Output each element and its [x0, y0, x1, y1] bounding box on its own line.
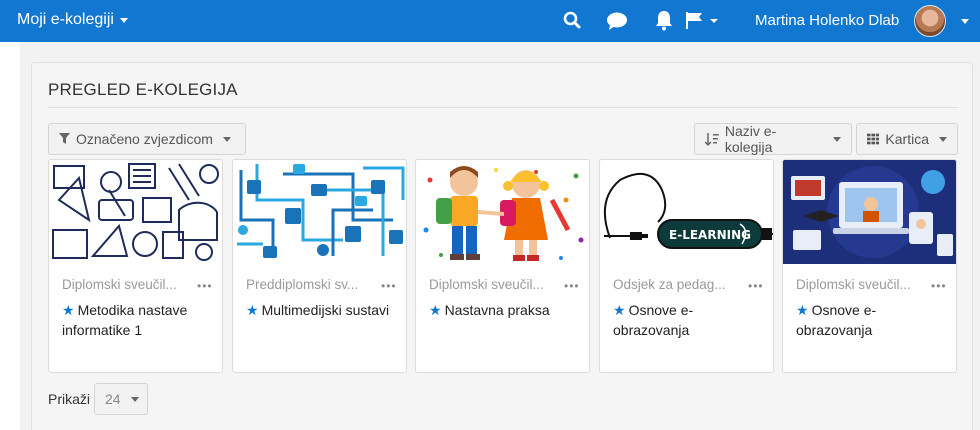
- chevron-down-icon: [833, 136, 841, 142]
- chevron-down-icon: [939, 136, 947, 142]
- course-title[interactable]: ★ Nastavna praksa: [429, 300, 579, 320]
- filter-label: Označeno zvjezdicom: [76, 131, 213, 147]
- chat-icon[interactable]: [606, 11, 628, 36]
- bell-icon[interactable]: [654, 9, 674, 36]
- course-title-text: Multimedijski sustavi: [261, 302, 390, 318]
- elearning-text: E-LEARNING: [669, 228, 751, 242]
- course-title[interactable]: ★ Metodika nastave informatike 1: [62, 300, 212, 340]
- star-icon: ★: [62, 302, 75, 318]
- show-count-label: Prikaži: [48, 391, 91, 407]
- page-size-value: 24: [105, 391, 121, 407]
- course-card[interactable]: Preddiplomski sv... ••• ★ Multimedijski s…: [232, 159, 407, 373]
- top-navbar: Moji e-kolegiji Martina Holenko Dlab: [0, 0, 980, 42]
- divider: [48, 107, 958, 108]
- left-drawer-strip: [0, 42, 20, 430]
- course-menu-button[interactable]: •••: [381, 279, 397, 293]
- filter-dropdown[interactable]: Označeno zvjezdicom: [48, 123, 246, 155]
- course-category: Preddiplomski sv...: [246, 277, 359, 292]
- star-icon: ★: [796, 302, 809, 318]
- star-icon: ★: [429, 302, 442, 318]
- course-category: Diplomski sveučil...: [796, 277, 911, 292]
- course-card[interactable]: Diplomski sveučil... ••• ★ Nastavna praks…: [415, 159, 590, 373]
- my-courses-menu[interactable]: Moji e-kolegiji: [17, 11, 128, 29]
- course-card[interactable]: E-LEARNING Odsjek za pedag... ••• ★ Osnov…: [599, 159, 774, 373]
- panel-title: PREGLED E-KOLEGIJA: [48, 80, 238, 99]
- sort-label: Naziv e-kolegija: [724, 123, 777, 155]
- course-category: Diplomski sveučil...: [62, 277, 177, 292]
- course-image-multimedia-network: [233, 160, 406, 264]
- sort-dropdown[interactable]: Naziv e-kolegija: [694, 123, 852, 155]
- course-menu-button[interactable]: •••: [564, 279, 580, 293]
- course-image-school-children: [416, 160, 589, 264]
- view-label: Kartica: [885, 131, 929, 147]
- course-title[interactable]: ★ Osnove e-obrazovanja: [613, 300, 763, 340]
- course-title[interactable]: ★ Osnove e-obrazovanja: [796, 300, 946, 340]
- course-menu-button[interactable]: •••: [931, 279, 947, 293]
- course-title[interactable]: ★ Multimedijski sustavi: [246, 300, 396, 320]
- grid-icon: [867, 133, 880, 145]
- course-card[interactable]: Diplomski sveučil... ••• ★ Metodika nasta…: [48, 159, 223, 373]
- sort-icon: [705, 133, 719, 146]
- course-image-school-supplies: [49, 160, 222, 264]
- view-dropdown[interactable]: Kartica: [856, 123, 958, 155]
- my-courses-label: Moji e-kolegiji: [17, 11, 114, 28]
- user-name[interactable]: Martina Holenko Dlab: [755, 12, 899, 29]
- course-image-online-education: [783, 160, 956, 264]
- chevron-down-icon: [119, 17, 128, 23]
- search-icon[interactable]: [563, 11, 581, 34]
- course-overview-panel: PREGLED E-KOLEGIJA Označeno zvjezdicom N…: [31, 62, 973, 430]
- user-avatar[interactable]: [914, 5, 946, 37]
- course-title-text: Nastavna praksa: [444, 302, 550, 318]
- course-card[interactable]: Diplomski sveučil... ••• ★ Osnove e-obraz…: [782, 159, 957, 373]
- user-menu-chevron-icon[interactable]: [961, 19, 969, 24]
- course-image-elearning-cable: E-LEARNING: [600, 160, 773, 264]
- course-title-text: Metodika nastave informatike 1: [62, 302, 188, 338]
- course-category: Odsjek za pedag...: [613, 277, 726, 292]
- chevron-down-icon: [130, 396, 139, 402]
- course-menu-button[interactable]: •••: [197, 279, 213, 293]
- page-size-dropdown[interactable]: 24: [94, 383, 148, 415]
- course-menu-button[interactable]: •••: [748, 279, 764, 293]
- chevron-down-icon: [222, 136, 231, 142]
- flag-icon[interactable]: [686, 12, 718, 35]
- star-icon: ★: [246, 302, 259, 318]
- filter-icon: [59, 133, 70, 144]
- course-category: Diplomski sveučil...: [429, 277, 544, 292]
- star-icon: ★: [613, 302, 626, 318]
